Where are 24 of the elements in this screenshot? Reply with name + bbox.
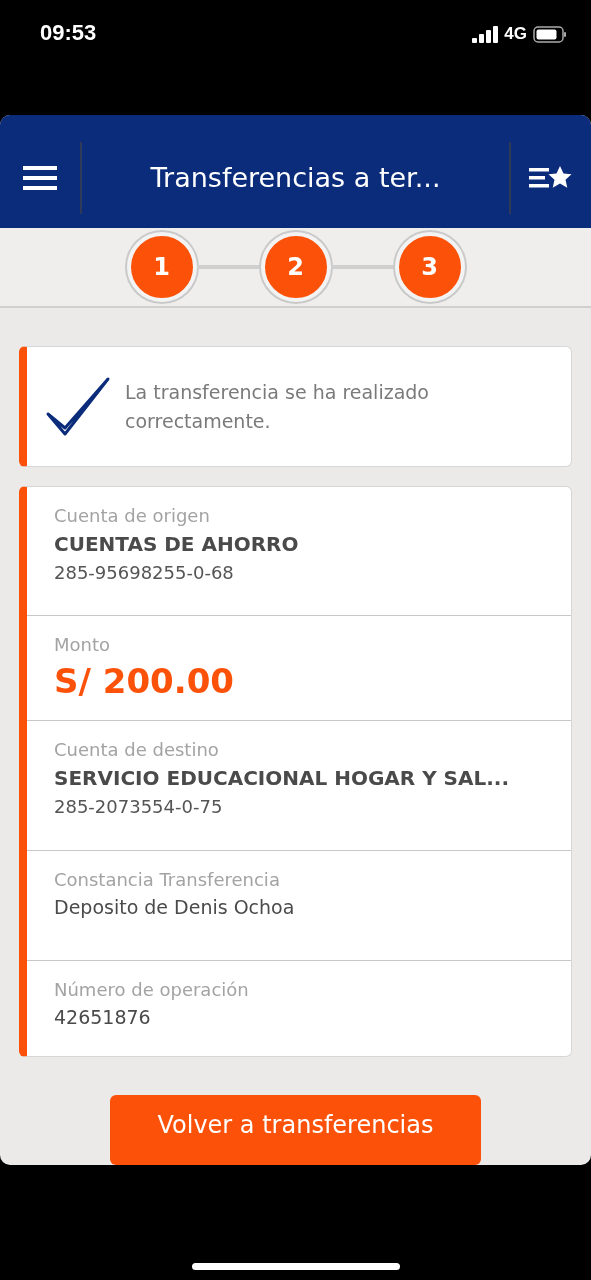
step-indicator: 2 xyxy=(260,231,331,302)
status-time: 09:53 xyxy=(40,20,97,46)
field-label: Monto xyxy=(54,634,112,655)
back-button[interactable]: Volver a transferencias xyxy=(110,1095,481,1165)
account-number: 285-2073554-0-75 xyxy=(54,796,224,817)
field-label: Cuenta de destino xyxy=(54,739,220,760)
signal-icon xyxy=(472,25,499,43)
field-label: Cuenta de origen xyxy=(54,505,211,526)
amount-value: S/ 200.00 xyxy=(54,661,235,701)
field-label: Constancia Transferencia xyxy=(54,869,281,890)
account-number: 285-95698255-0-68 xyxy=(54,562,235,583)
network-label: 4G xyxy=(504,24,527,44)
success-message: La transferencia se ha realizado correctamente. xyxy=(125,379,430,434)
field-value: CUENTAS DE AHORRO xyxy=(54,532,300,556)
menu-icon xyxy=(23,165,57,190)
field-value: SERVICIO EDUCACIONAL HOGAR Y SAL... xyxy=(54,766,511,790)
field-label: Número de operación xyxy=(54,979,250,1000)
field-value: 42651876 xyxy=(54,1006,152,1028)
battery-icon xyxy=(533,25,567,43)
checkmark-icon xyxy=(45,375,111,438)
page-title: Transferencias a ter... xyxy=(80,141,511,214)
field-value: Deposito de Denis Ochoa xyxy=(54,896,296,918)
step-indicator: 3 xyxy=(394,231,465,302)
step-indicator: 1 xyxy=(126,231,197,302)
